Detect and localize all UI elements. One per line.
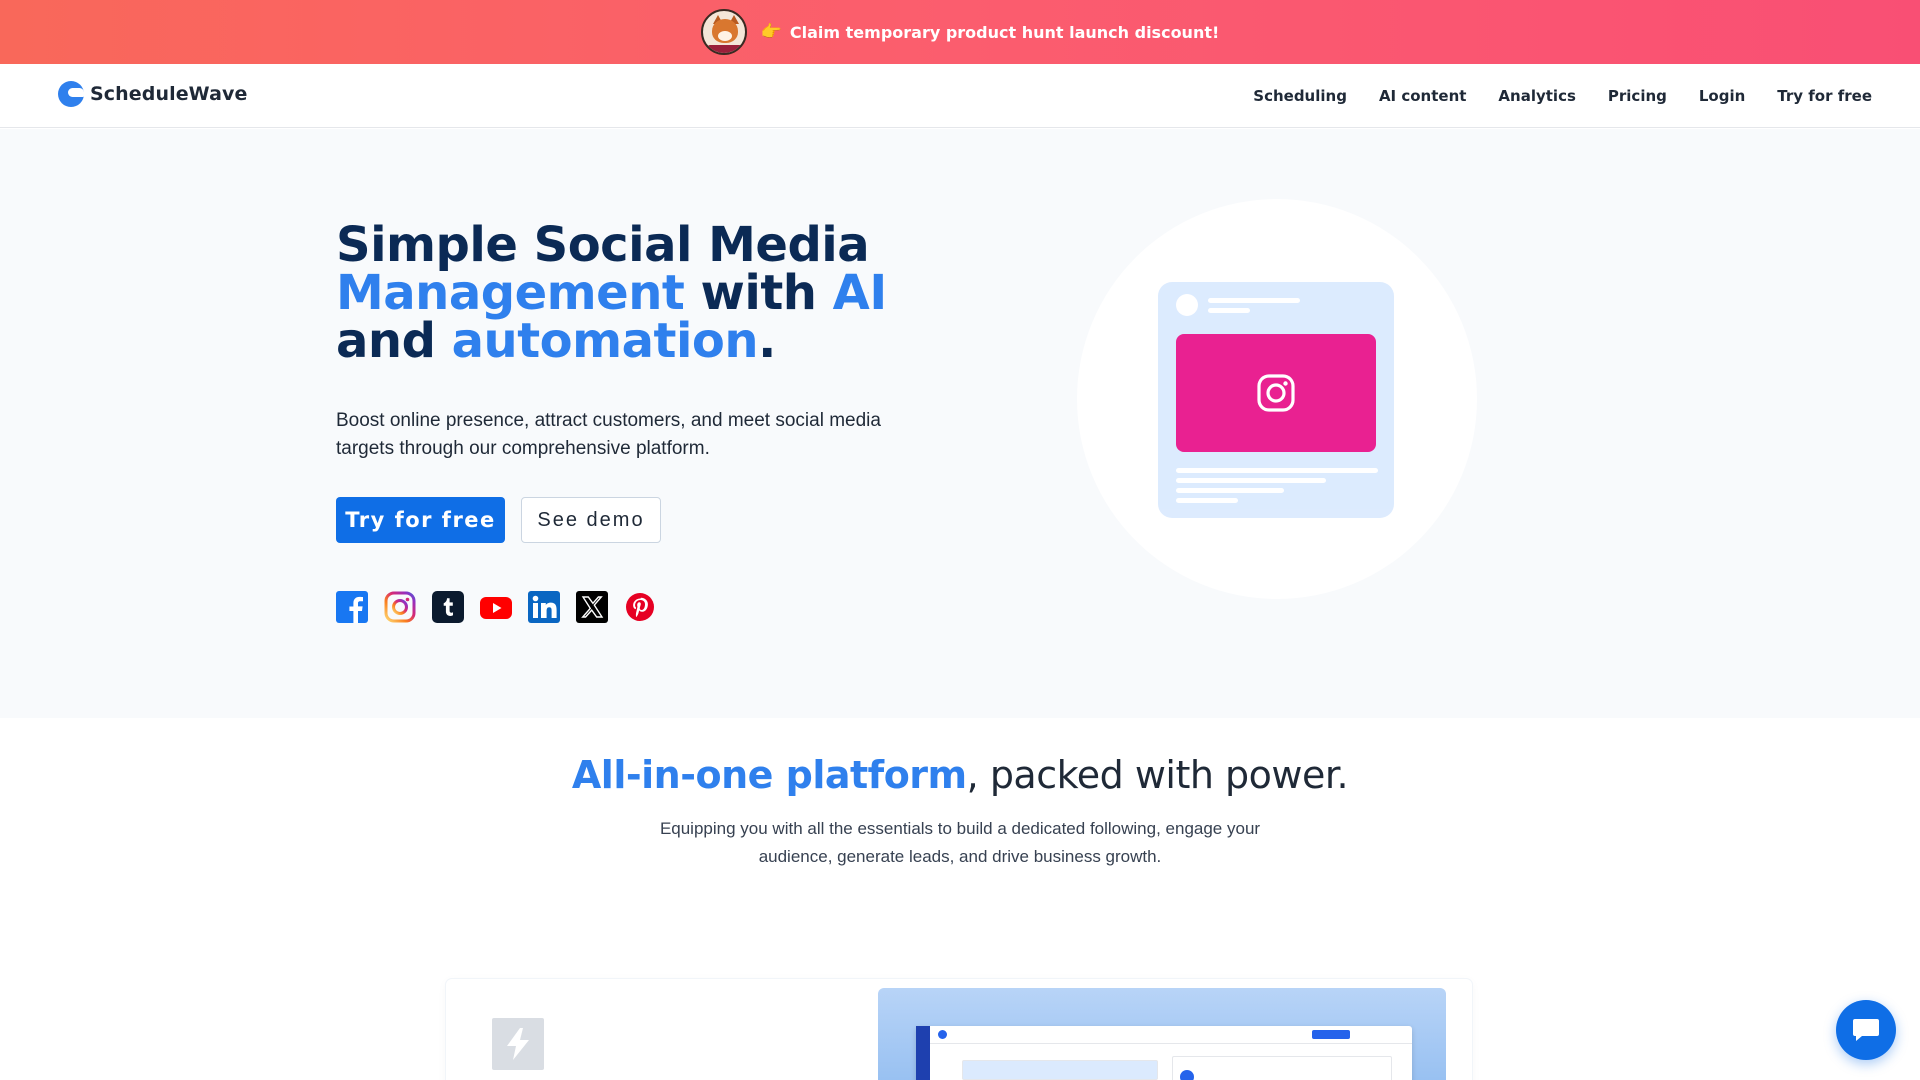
promo-text-wrap: 👉 Claim temporary product hunt launch di… [761, 22, 1220, 42]
hero-title-highlight-ai: AI [832, 265, 888, 321]
hero-section: Simple Social Media Management with AI a… [0, 129, 1920, 718]
hero-title: Simple Social Media Management with AI a… [336, 221, 887, 365]
linkedin-icon[interactable] [528, 591, 560, 623]
hero-title-and: and [336, 313, 452, 369]
pinterest-icon[interactable] [624, 591, 656, 623]
hero-title-highlight-automation: automation [451, 313, 759, 369]
nav-link-pricing[interactable]: Pricing [1608, 87, 1667, 105]
pointing-hand-icon: 👉 [760, 22, 782, 42]
promo-text: Claim temporary product hunt launch disc… [789, 22, 1220, 42]
nav-link-login[interactable]: Login [1699, 87, 1745, 105]
facebook-icon[interactable] [336, 591, 368, 623]
app-window-preview [916, 1026, 1412, 1080]
hero-subtitle: Boost online presence, attract customers… [336, 410, 881, 459]
try-for-free-button[interactable]: Try for free [336, 497, 505, 543]
see-demo-button[interactable]: See demo [521, 497, 661, 543]
nav-link-scheduling[interactable]: Scheduling [1253, 87, 1347, 105]
features-title-rest: , packed with power. [966, 753, 1349, 797]
nav-link-analytics[interactable]: Analytics [1498, 87, 1575, 105]
nav-link-ai-content[interactable]: AI content [1379, 87, 1466, 105]
youtube-icon[interactable] [480, 591, 512, 623]
instagram-post-media [1176, 334, 1376, 452]
chat-support-button[interactable] [1836, 1000, 1896, 1060]
promo-banner[interactable]: 👉 Claim temporary product hunt launch di… [0, 0, 1920, 64]
features-title: All-in-one platform, packed with power. [0, 753, 1920, 797]
chat-bubble-icon [1853, 1019, 1879, 1041]
features-title-highlight: All-in-one platform [571, 753, 967, 797]
hero-title-period: . [758, 313, 776, 369]
top-navigation: ScheduleWave Scheduling AI content Analy… [0, 64, 1920, 128]
app-screenshot-preview [878, 988, 1446, 1080]
nav-link-try-for-free[interactable]: Try for free [1777, 87, 1872, 105]
tumblr-icon[interactable] [432, 591, 464, 623]
logo-icon [58, 80, 86, 108]
features-subtitle: Equipping you with all the essentials to… [659, 819, 1261, 866]
social-post-illustration [1158, 282, 1394, 518]
mascot-avatar [700, 9, 747, 55]
logo[interactable]: ScheduleWave [58, 80, 247, 108]
lightning-bolt-icon [492, 1018, 544, 1070]
logo-text: ScheduleWave [90, 83, 248, 105]
instagram-icon[interactable] [384, 591, 416, 623]
nav-links: Scheduling AI content Analytics Pricing … [1253, 64, 1872, 128]
x-icon[interactable] [576, 591, 608, 623]
instagram-icon [1257, 374, 1295, 412]
social-icons-row [336, 591, 656, 623]
